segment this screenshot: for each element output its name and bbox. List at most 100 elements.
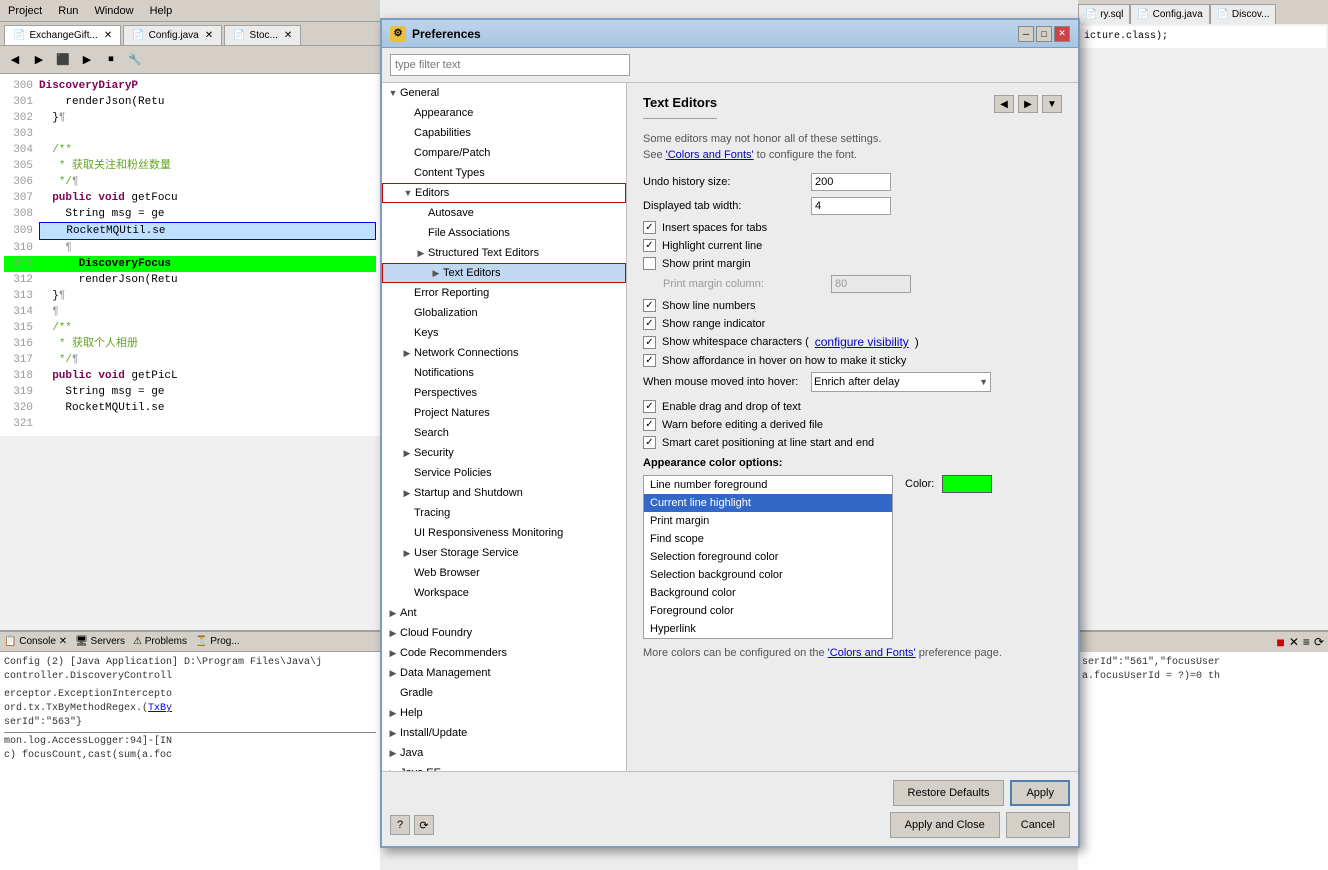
search-input[interactable]: [390, 54, 630, 76]
enable-drag-drop-checkbox[interactable]: [643, 400, 656, 413]
right-tab-config2[interactable]: 📄 Config.java: [1130, 4, 1209, 24]
toolbar-btn-4[interactable]: ▶: [76, 49, 98, 71]
toolbar-btn-6[interactable]: 🔧: [124, 49, 146, 71]
show-affordance-checkbox[interactable]: [643, 354, 656, 367]
color-item-background[interactable]: Background color: [644, 584, 892, 602]
color-item-find-scope[interactable]: Find scope: [644, 530, 892, 548]
tree-item-help[interactable]: ▶ Help: [382, 703, 626, 723]
toolbar-btn-2[interactable]: ▶: [28, 49, 50, 71]
help-icon[interactable]: ?: [390, 815, 410, 835]
print-margin-input[interactable]: [831, 275, 911, 293]
tree-item-ant[interactable]: ▶ Ant: [382, 603, 626, 623]
tree-item-service-policies[interactable]: Service Policies: [382, 463, 626, 483]
tree-item-appearance[interactable]: Appearance: [382, 103, 626, 123]
tree-item-perspectives[interactable]: Perspectives: [382, 383, 626, 403]
maximize-button[interactable]: □: [1036, 26, 1052, 42]
colors-fonts-link[interactable]: 'Colors and Fonts': [666, 149, 754, 161]
tree-item-gradle[interactable]: Gradle: [382, 683, 626, 703]
servers-tab[interactable]: 🖥 Servers: [75, 636, 125, 647]
tree-item-keys[interactable]: Keys: [382, 323, 626, 343]
close-button[interactable]: ✕: [1054, 26, 1070, 42]
show-range-indicator-checkbox[interactable]: [643, 317, 656, 330]
highlight-line-checkbox[interactable]: [643, 239, 656, 252]
hover-select[interactable]: Enrich after delay ▼: [811, 372, 991, 392]
progress-tab[interactable]: ⏳ Prog...: [195, 636, 240, 647]
tree-item-install-update[interactable]: ▶ Install/Update: [382, 723, 626, 743]
menu-run[interactable]: Run: [54, 5, 82, 17]
cancel-button[interactable]: Cancel: [1006, 812, 1070, 838]
tree-item-general[interactable]: ▼ General: [382, 83, 626, 103]
tree-item-user-storage[interactable]: ▶ User Storage Service: [382, 543, 626, 563]
restore-defaults-button[interactable]: Restore Defaults: [893, 780, 1005, 806]
restore-icon[interactable]: ⟳: [414, 815, 434, 835]
color-swatch[interactable]: [942, 475, 992, 493]
tree-item-project-natures[interactable]: Project Natures: [382, 403, 626, 423]
menu-project[interactable]: Project: [4, 5, 46, 17]
color-options-container: Line number foreground Current line high…: [643, 475, 1062, 639]
tree-item-java-ee[interactable]: ▶ Java EE: [382, 763, 626, 771]
tree-item-text-editors[interactable]: ▶ Text Editors: [382, 263, 626, 283]
tab-stock[interactable]: 📄Stoc...✕: [224, 25, 301, 45]
toolbar-btn-3[interactable]: ⬛: [52, 49, 74, 71]
tree-item-file-associations[interactable]: File Associations: [382, 223, 626, 243]
tree-item-autosave[interactable]: Autosave: [382, 203, 626, 223]
tree-item-error-reporting[interactable]: Error Reporting: [382, 283, 626, 303]
color-item-current-line[interactable]: Current line highlight: [644, 494, 892, 512]
tree-item-content-types[interactable]: Content Types: [382, 163, 626, 183]
nav-dropdown-button[interactable]: ▼: [1042, 95, 1062, 113]
nav-back-button[interactable]: ◀: [994, 95, 1014, 113]
tab-config[interactable]: 📄Config.java✕: [123, 25, 222, 45]
color-item-print-margin[interactable]: Print margin: [644, 512, 892, 530]
console-tab[interactable]: 📋 Console ✕: [4, 636, 67, 647]
tree-item-ui-responsiveness[interactable]: UI Responsiveness Monitoring: [382, 523, 626, 543]
tree-item-search[interactable]: Search: [382, 423, 626, 443]
minimize-button[interactable]: ─: [1018, 26, 1034, 42]
toolbar-btn-1[interactable]: ◀: [4, 49, 26, 71]
tree-item-startup-shutdown[interactable]: ▶ Startup and Shutdown: [382, 483, 626, 503]
color-item-selection-fg[interactable]: Selection foreground color: [644, 548, 892, 566]
tree-item-cloud-foundry[interactable]: ▶ Cloud Foundry: [382, 623, 626, 643]
tree-item-security[interactable]: ▶ Security: [382, 443, 626, 463]
smart-caret-checkbox[interactable]: [643, 436, 656, 449]
undo-history-input[interactable]: [811, 173, 891, 191]
console-icon-4[interactable]: ⟳: [1314, 635, 1324, 649]
show-print-margin-checkbox[interactable]: [643, 257, 656, 270]
tree-item-tracing[interactable]: Tracing: [382, 503, 626, 523]
nav-forward-button[interactable]: ▶: [1018, 95, 1038, 113]
console-icon-2[interactable]: ✕: [1289, 635, 1299, 649]
show-line-numbers-checkbox[interactable]: [643, 299, 656, 312]
tree-item-capabilities[interactable]: Capabilities: [382, 123, 626, 143]
tree-item-network-connections[interactable]: ▶ Network Connections: [382, 343, 626, 363]
color-item-selection-bg[interactable]: Selection background color: [644, 566, 892, 584]
tree-item-code-recommenders[interactable]: ▶ Code Recommenders: [382, 643, 626, 663]
color-item-line-num-fg[interactable]: Line number foreground: [644, 476, 892, 494]
right-tab-discov[interactable]: 📄 Discov...: [1210, 4, 1277, 24]
tree-item-data-management[interactable]: ▶ Data Management: [382, 663, 626, 683]
tree-item-editors[interactable]: ▼ Editors: [382, 183, 626, 203]
tab-exchange[interactable]: 📄ExchangeGift...✕: [4, 25, 121, 45]
tree-item-java[interactable]: ▶ Java: [382, 743, 626, 763]
tree-item-notifications[interactable]: Notifications: [382, 363, 626, 383]
apply-close-button[interactable]: Apply and Close: [890, 812, 1000, 838]
apply-button[interactable]: Apply: [1010, 780, 1070, 806]
tree-item-globalization[interactable]: Globalization: [382, 303, 626, 323]
toolbar-btn-5[interactable]: ⏹: [100, 49, 122, 71]
tree-item-compare-patch[interactable]: Compare/Patch: [382, 143, 626, 163]
insert-spaces-checkbox[interactable]: [643, 221, 656, 234]
color-item-hyperlink[interactable]: Hyperlink: [644, 620, 892, 638]
warn-derived-checkbox[interactable]: [643, 418, 656, 431]
more-colors-link[interactable]: 'Colors and Fonts': [828, 647, 916, 659]
tab-width-input[interactable]: [811, 197, 891, 215]
console-icon-3[interactable]: ≡: [1303, 635, 1310, 649]
menu-window[interactable]: Window: [90, 5, 137, 17]
tree-item-web-browser[interactable]: Web Browser: [382, 563, 626, 583]
color-item-foreground[interactable]: Foreground color: [644, 602, 892, 620]
menu-help[interactable]: Help: [146, 5, 177, 17]
show-whitespace-checkbox[interactable]: [643, 336, 656, 349]
configure-visibility-link[interactable]: configure visibility: [815, 335, 909, 349]
tree-item-workspace[interactable]: Workspace: [382, 583, 626, 603]
right-tab-sql[interactable]: 📄 ry.sql: [1078, 4, 1130, 24]
problems-tab[interactable]: ⚠ Problems: [133, 636, 187, 647]
tree-item-structured-text[interactable]: ▶ Structured Text Editors: [382, 243, 626, 263]
console-stop-btn[interactable]: ■: [1276, 634, 1284, 650]
